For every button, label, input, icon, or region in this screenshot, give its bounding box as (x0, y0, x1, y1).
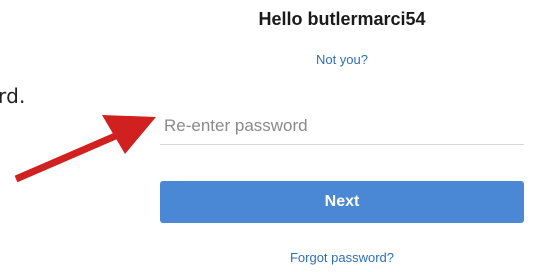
forgot-password-link[interactable]: Forgot password? (160, 250, 524, 265)
red-arrow-icon (14, 115, 156, 183)
login-page: rd. Hello butlermarci54 Not you? Next Fo… (0, 0, 534, 272)
next-button[interactable]: Next (160, 181, 524, 223)
